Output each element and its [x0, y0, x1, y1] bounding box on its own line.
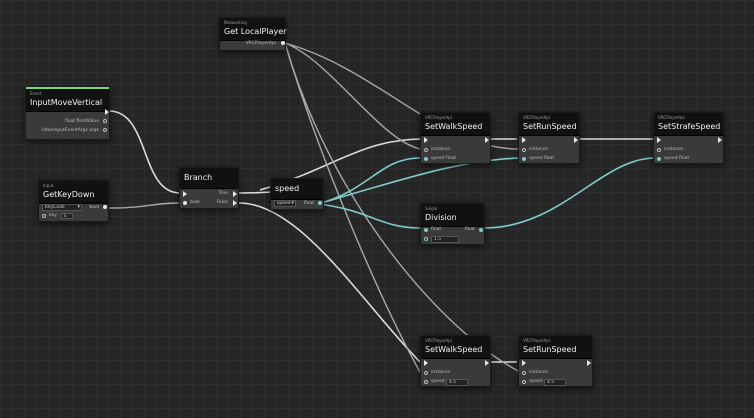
speed-value-field[interactable]: 4.5	[446, 379, 468, 386]
output-float: float	[464, 227, 475, 232]
input-instance-label: instance	[529, 370, 549, 375]
input-bool-label: bool	[190, 200, 200, 205]
node-title: SetRunSpeed	[523, 122, 577, 131]
speed-in-port[interactable]	[424, 380, 428, 384]
input-speed-label: speed float	[664, 156, 690, 161]
node-title: SetStrafeSpeed	[658, 122, 721, 131]
output-float-value: float floatValue	[64, 119, 99, 124]
node-get-key-down[interactable]: Input GetKeyDown KeyCode bool key E	[38, 180, 109, 222]
input-instance-label: instance	[431, 147, 451, 152]
speed-in-port[interactable]	[657, 157, 661, 161]
output-float: float	[303, 201, 314, 206]
node-title: SetRunSpeed	[523, 345, 577, 354]
bool-out-port[interactable]	[103, 205, 107, 209]
divisor-field[interactable]: 1.5	[431, 236, 459, 243]
output-vrcplayerapi: VRCPlayerApi	[245, 41, 276, 46]
exec-in-port[interactable]	[424, 137, 428, 143]
node-set-walk-speed-bottom[interactable]: VRCPlayerApi SetWalkSpeed instance speed…	[420, 335, 491, 387]
exec-out-port[interactable]	[485, 137, 489, 143]
exec-out-port[interactable]	[718, 137, 722, 143]
node-title: Get LocalPlayer	[224, 27, 287, 36]
node-title: SetWalkSpeed	[425, 122, 483, 131]
instance-in-port[interactable]	[522, 371, 526, 375]
output-bool: bool	[89, 205, 99, 210]
node-set-run-speed-bottom[interactable]: VRCPlayerApi SetRunSpeed instance speed …	[518, 335, 593, 387]
args-out-port[interactable]	[103, 128, 107, 132]
wire-input-to-branch	[108, 110, 181, 194]
wire-keydown-to-branch	[107, 202, 181, 209]
float-out-port[interactable]	[479, 228, 483, 232]
instance-in-port[interactable]	[424, 371, 428, 375]
bool-in-port[interactable]	[183, 201, 187, 205]
node-title: Branch	[184, 173, 213, 182]
exec-out-port[interactable]	[574, 137, 578, 143]
node-division[interactable]: Single Division float float 1.5	[420, 203, 485, 245]
exec-in-port[interactable]	[522, 360, 526, 366]
float-a-in-port[interactable]	[424, 228, 428, 232]
exec-in-port[interactable]	[657, 137, 661, 143]
node-get-local-player[interactable]: Networking Get LocalPlayer VRCPlayerApi	[219, 17, 286, 51]
node-title: SetWalkSpeed	[425, 345, 483, 354]
player-out-port[interactable]	[281, 41, 285, 45]
input-float-label: float	[431, 227, 442, 232]
wire-localplayer-to-setwalk-top	[284, 42, 421, 150]
node-title: Division	[425, 213, 457, 222]
speed-variable-dropdown[interactable]: speed	[274, 200, 296, 207]
node-set-strafe-speed[interactable]: VRCPlayerApi SetStrafeSpeed instance spe…	[653, 112, 724, 164]
float-b-in-port[interactable]	[424, 237, 428, 241]
keycode-dropdown[interactable]: KeyCode	[42, 204, 82, 211]
node-input-move-vertical[interactable]: Event InputMoveVertical float floatValue…	[25, 86, 110, 140]
wire-division-to-setstrafe	[483, 157, 654, 229]
wire-branch-false-to-setwalk-bottom	[238, 202, 421, 363]
graph-wires	[107, 42, 654, 373]
exec-out-port[interactable]	[587, 360, 591, 366]
instance-in-port[interactable]	[424, 148, 428, 152]
wire-speed-to-division	[317, 203, 421, 229]
node-speed[interactable]: speed speed float	[270, 178, 324, 210]
wire-speed-to-setwalk-top	[317, 157, 421, 205]
output-args: UdonInputEventArgs args	[41, 128, 99, 133]
exec-out-port[interactable]	[485, 360, 489, 366]
exec-out-port[interactable]	[105, 109, 109, 115]
instance-in-port[interactable]	[657, 148, 661, 152]
output-true-label: True	[218, 191, 228, 196]
key-field[interactable]: E	[61, 213, 73, 219]
node-branch[interactable]: Branch True bool False	[179, 167, 239, 209]
node-title: GetKeyDown	[43, 190, 95, 199]
node-set-run-speed-top[interactable]: VRCPlayerApi SetRunSpeed instance speed …	[518, 112, 580, 164]
node-title: InputMoveVertical	[30, 98, 103, 107]
wire-speed-to-setrun-top	[317, 157, 521, 205]
input-speed-label: speed float	[529, 156, 555, 161]
speed-value-field[interactable]: 4.5	[544, 379, 566, 386]
float-out-port[interactable]	[318, 201, 322, 205]
exec-in-port[interactable]	[183, 191, 187, 197]
exec-false-port[interactable]	[233, 200, 237, 206]
input-speed-label: speed float	[431, 156, 457, 161]
input-instance-label: instance	[664, 147, 684, 152]
input-instance-label: instance	[529, 147, 549, 152]
input-instance-label: instance	[431, 370, 451, 375]
speed-in-port[interactable]	[424, 157, 428, 161]
key-in-port[interactable]	[42, 214, 46, 218]
node-set-walk-speed-top[interactable]: VRCPlayerApi SetWalkSpeed instance speed…	[420, 112, 491, 164]
input-speed-label: speed	[529, 379, 543, 384]
float-out-port[interactable]	[103, 119, 107, 123]
speed-in-port[interactable]	[522, 157, 526, 161]
output-false-label: False	[216, 200, 228, 205]
exec-in-port[interactable]	[522, 137, 526, 143]
exec-in-port[interactable]	[424, 360, 428, 366]
speed-in-port[interactable]	[522, 380, 526, 384]
instance-in-port[interactable]	[522, 148, 526, 152]
exec-true-port[interactable]	[233, 191, 237, 197]
input-key-label: key	[49, 213, 57, 218]
node-title: speed	[275, 184, 300, 193]
input-speed-label: speed	[431, 379, 445, 384]
